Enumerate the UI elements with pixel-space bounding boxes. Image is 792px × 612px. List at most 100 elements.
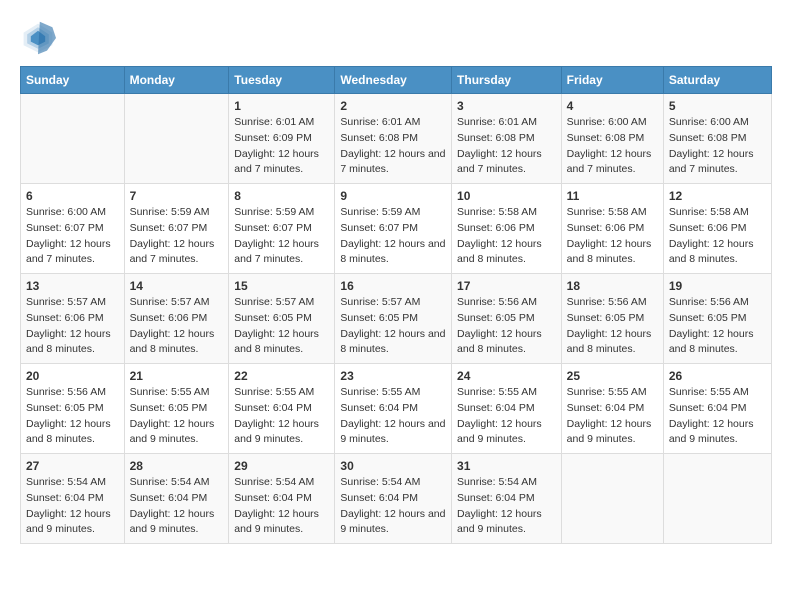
day-info: Sunrise: 5:57 AM Sunset: 6:05 PM Dayligh… bbox=[340, 295, 446, 358]
daylight-text: Daylight: 12 hours and 9 minutes. bbox=[567, 417, 658, 449]
day-number: 2 bbox=[340, 99, 446, 113]
sunset-text: Sunset: 6:05 PM bbox=[234, 311, 329, 327]
sunset-text: Sunset: 6:05 PM bbox=[457, 311, 556, 327]
calendar-cell: 11 Sunrise: 5:58 AM Sunset: 6:06 PM Dayl… bbox=[561, 184, 663, 274]
sunset-text: Sunset: 6:06 PM bbox=[567, 221, 658, 237]
calendar-cell: 18 Sunrise: 5:56 AM Sunset: 6:05 PM Dayl… bbox=[561, 274, 663, 364]
day-number: 9 bbox=[340, 189, 446, 203]
calendar-cell: 25 Sunrise: 5:55 AM Sunset: 6:04 PM Dayl… bbox=[561, 364, 663, 454]
sunrise-text: Sunrise: 5:54 AM bbox=[26, 475, 119, 491]
calendar-cell bbox=[21, 94, 125, 184]
calendar-cell: 26 Sunrise: 5:55 AM Sunset: 6:04 PM Dayl… bbox=[663, 364, 771, 454]
sunrise-text: Sunrise: 6:01 AM bbox=[234, 115, 329, 131]
sunrise-text: Sunrise: 5:57 AM bbox=[130, 295, 224, 311]
calendar-cell: 17 Sunrise: 5:56 AM Sunset: 6:05 PM Dayl… bbox=[452, 274, 562, 364]
sunset-text: Sunset: 6:05 PM bbox=[340, 311, 446, 327]
day-number: 15 bbox=[234, 279, 329, 293]
daylight-text: Daylight: 12 hours and 9 minutes. bbox=[457, 507, 556, 539]
daylight-text: Daylight: 12 hours and 8 minutes. bbox=[669, 327, 766, 359]
sunrise-text: Sunrise: 6:00 AM bbox=[567, 115, 658, 131]
sunset-text: Sunset: 6:04 PM bbox=[234, 491, 329, 507]
daylight-text: Daylight: 12 hours and 9 minutes. bbox=[340, 507, 446, 539]
calendar-cell: 13 Sunrise: 5:57 AM Sunset: 6:06 PM Dayl… bbox=[21, 274, 125, 364]
sunset-text: Sunset: 6:05 PM bbox=[26, 401, 119, 417]
daylight-text: Daylight: 12 hours and 8 minutes. bbox=[26, 417, 119, 449]
day-number: 31 bbox=[457, 459, 556, 473]
day-number: 8 bbox=[234, 189, 329, 203]
calendar-cell: 1 Sunrise: 6:01 AM Sunset: 6:09 PM Dayli… bbox=[229, 94, 335, 184]
daylight-text: Daylight: 12 hours and 8 minutes. bbox=[340, 237, 446, 269]
daylight-text: Daylight: 12 hours and 7 minutes. bbox=[340, 147, 446, 179]
day-info: Sunrise: 5:59 AM Sunset: 6:07 PM Dayligh… bbox=[130, 205, 224, 268]
daylight-text: Daylight: 12 hours and 8 minutes. bbox=[567, 327, 658, 359]
calendar-cell: 23 Sunrise: 5:55 AM Sunset: 6:04 PM Dayl… bbox=[335, 364, 452, 454]
calendar-cell: 21 Sunrise: 5:55 AM Sunset: 6:05 PM Dayl… bbox=[124, 364, 229, 454]
header-sunday: Sunday bbox=[21, 67, 125, 94]
day-info: Sunrise: 5:54 AM Sunset: 6:04 PM Dayligh… bbox=[340, 475, 446, 538]
header-friday: Friday bbox=[561, 67, 663, 94]
daylight-text: Daylight: 12 hours and 9 minutes. bbox=[130, 507, 224, 539]
sunset-text: Sunset: 6:07 PM bbox=[340, 221, 446, 237]
calendar-cell: 8 Sunrise: 5:59 AM Sunset: 6:07 PM Dayli… bbox=[229, 184, 335, 274]
daylight-text: Daylight: 12 hours and 8 minutes. bbox=[234, 327, 329, 359]
sunrise-text: Sunrise: 5:56 AM bbox=[567, 295, 658, 311]
week-row-4: 20 Sunrise: 5:56 AM Sunset: 6:05 PM Dayl… bbox=[21, 364, 772, 454]
sunrise-text: Sunrise: 5:55 AM bbox=[567, 385, 658, 401]
sunrise-text: Sunrise: 5:59 AM bbox=[340, 205, 446, 221]
day-number: 21 bbox=[130, 369, 224, 383]
calendar-header-row: SundayMondayTuesdayWednesdayThursdayFrid… bbox=[21, 67, 772, 94]
day-info: Sunrise: 6:00 AM Sunset: 6:08 PM Dayligh… bbox=[567, 115, 658, 178]
day-number: 4 bbox=[567, 99, 658, 113]
day-number: 16 bbox=[340, 279, 446, 293]
sunset-text: Sunset: 6:09 PM bbox=[234, 131, 329, 147]
sunset-text: Sunset: 6:08 PM bbox=[567, 131, 658, 147]
day-info: Sunrise: 6:01 AM Sunset: 6:08 PM Dayligh… bbox=[340, 115, 446, 178]
calendar-cell: 3 Sunrise: 6:01 AM Sunset: 6:08 PM Dayli… bbox=[452, 94, 562, 184]
sunrise-text: Sunrise: 6:01 AM bbox=[457, 115, 556, 131]
calendar-cell: 30 Sunrise: 5:54 AM Sunset: 6:04 PM Dayl… bbox=[335, 454, 452, 544]
daylight-text: Daylight: 12 hours and 9 minutes. bbox=[234, 507, 329, 539]
day-info: Sunrise: 6:01 AM Sunset: 6:09 PM Dayligh… bbox=[234, 115, 329, 178]
day-number: 22 bbox=[234, 369, 329, 383]
daylight-text: Daylight: 12 hours and 9 minutes. bbox=[669, 417, 766, 449]
calendar-cell: 7 Sunrise: 5:59 AM Sunset: 6:07 PM Dayli… bbox=[124, 184, 229, 274]
calendar-cell: 2 Sunrise: 6:01 AM Sunset: 6:08 PM Dayli… bbox=[335, 94, 452, 184]
daylight-text: Daylight: 12 hours and 7 minutes. bbox=[567, 147, 658, 179]
header-wednesday: Wednesday bbox=[335, 67, 452, 94]
sunrise-text: Sunrise: 5:57 AM bbox=[340, 295, 446, 311]
calendar-cell: 29 Sunrise: 5:54 AM Sunset: 6:04 PM Dayl… bbox=[229, 454, 335, 544]
day-info: Sunrise: 5:58 AM Sunset: 6:06 PM Dayligh… bbox=[669, 205, 766, 268]
sunset-text: Sunset: 6:05 PM bbox=[130, 401, 224, 417]
sunset-text: Sunset: 6:04 PM bbox=[26, 491, 119, 507]
sunset-text: Sunset: 6:04 PM bbox=[130, 491, 224, 507]
day-info: Sunrise: 5:55 AM Sunset: 6:05 PM Dayligh… bbox=[130, 385, 224, 448]
sunrise-text: Sunrise: 6:00 AM bbox=[669, 115, 766, 131]
sunrise-text: Sunrise: 5:58 AM bbox=[457, 205, 556, 221]
day-info: Sunrise: 6:00 AM Sunset: 6:08 PM Dayligh… bbox=[669, 115, 766, 178]
sunrise-text: Sunrise: 5:56 AM bbox=[669, 295, 766, 311]
day-info: Sunrise: 5:55 AM Sunset: 6:04 PM Dayligh… bbox=[457, 385, 556, 448]
day-info: Sunrise: 5:55 AM Sunset: 6:04 PM Dayligh… bbox=[234, 385, 329, 448]
calendar-cell: 9 Sunrise: 5:59 AM Sunset: 6:07 PM Dayli… bbox=[335, 184, 452, 274]
calendar-cell: 31 Sunrise: 5:54 AM Sunset: 6:04 PM Dayl… bbox=[452, 454, 562, 544]
sunset-text: Sunset: 6:06 PM bbox=[130, 311, 224, 327]
day-info: Sunrise: 5:54 AM Sunset: 6:04 PM Dayligh… bbox=[130, 475, 224, 538]
calendar-cell: 15 Sunrise: 5:57 AM Sunset: 6:05 PM Dayl… bbox=[229, 274, 335, 364]
day-info: Sunrise: 5:55 AM Sunset: 6:04 PM Dayligh… bbox=[340, 385, 446, 448]
day-number: 12 bbox=[669, 189, 766, 203]
page-header bbox=[20, 20, 772, 56]
calendar-cell: 19 Sunrise: 5:56 AM Sunset: 6:05 PM Dayl… bbox=[663, 274, 771, 364]
day-number: 30 bbox=[340, 459, 446, 473]
header-monday: Monday bbox=[124, 67, 229, 94]
sunrise-text: Sunrise: 5:55 AM bbox=[234, 385, 329, 401]
day-info: Sunrise: 5:56 AM Sunset: 6:05 PM Dayligh… bbox=[26, 385, 119, 448]
calendar-cell: 27 Sunrise: 5:54 AM Sunset: 6:04 PM Dayl… bbox=[21, 454, 125, 544]
sunrise-text: Sunrise: 5:54 AM bbox=[340, 475, 446, 491]
sunrise-text: Sunrise: 5:54 AM bbox=[234, 475, 329, 491]
daylight-text: Daylight: 12 hours and 8 minutes. bbox=[669, 237, 766, 269]
daylight-text: Daylight: 12 hours and 8 minutes. bbox=[567, 237, 658, 269]
week-row-5: 27 Sunrise: 5:54 AM Sunset: 6:04 PM Dayl… bbox=[21, 454, 772, 544]
day-info: Sunrise: 5:57 AM Sunset: 6:06 PM Dayligh… bbox=[26, 295, 119, 358]
daylight-text: Daylight: 12 hours and 9 minutes. bbox=[130, 417, 224, 449]
sunset-text: Sunset: 6:05 PM bbox=[567, 311, 658, 327]
